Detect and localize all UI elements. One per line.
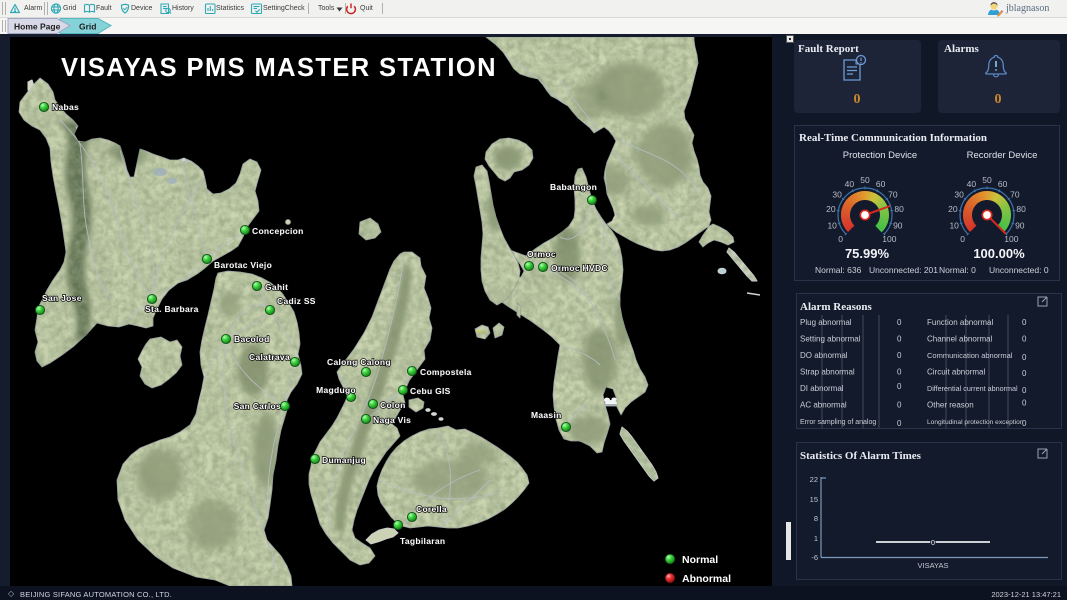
svg-text:100: 100 <box>1004 234 1018 244</box>
svg-text:Compostela: Compostela <box>420 367 472 377</box>
svg-text:80: 80 <box>894 204 904 214</box>
svg-text:0: 0 <box>1022 386 1027 395</box>
svg-text:VISAYAS PMS MASTER STATION: VISAYAS PMS MASTER STATION <box>61 54 497 82</box>
svg-text:22: 22 <box>810 475 818 484</box>
svg-text:Colon: Colon <box>380 400 406 410</box>
svg-text:0: 0 <box>897 335 902 344</box>
svg-text:Unconnected: 0: Unconnected: 0 <box>989 265 1049 275</box>
svg-text:Calong Calong: Calong Calong <box>327 357 391 367</box>
svg-text:30: 30 <box>954 189 964 199</box>
svg-text:Setting abnormal: Setting abnormal <box>800 335 861 344</box>
svg-text:Real-Time Communication Inform: Real-Time Communication Information <box>799 132 987 144</box>
svg-text:Ormoc: Ormoc <box>527 249 556 259</box>
svg-text:Statistics Of Alarm Times: Statistics Of Alarm Times <box>800 450 922 462</box>
svg-text:0: 0 <box>1022 335 1027 344</box>
svg-text:8: 8 <box>814 514 818 523</box>
svg-text:50: 50 <box>982 175 992 185</box>
svg-text:DI abnormal: DI abnormal <box>800 384 844 393</box>
svg-text:75.99%: 75.99% <box>845 246 890 261</box>
svg-text:Normal: 636: Normal: 636 <box>815 265 862 275</box>
svg-text:40: 40 <box>845 179 855 189</box>
svg-text:15: 15 <box>810 495 818 504</box>
svg-text:0: 0 <box>897 318 902 327</box>
svg-text:San Carlos: San Carlos <box>234 401 281 411</box>
svg-text:Longitudinal protection except: Longitudinal protection exception <box>927 419 1024 426</box>
svg-text:100: 100 <box>882 234 896 244</box>
svg-text:Sta. Barbara: Sta. Barbara <box>145 304 199 314</box>
svg-text:0: 0 <box>931 538 935 547</box>
svg-text:Function abnormal: Function abnormal <box>927 318 993 327</box>
svg-text:Normal: Normal <box>682 554 718 566</box>
svg-text:0: 0 <box>854 92 861 107</box>
svg-text:Communication abnormal: Communication abnormal <box>927 351 1013 360</box>
svg-text:Nabas: Nabas <box>52 102 79 112</box>
svg-text:Alarm Reasons: Alarm Reasons <box>800 301 873 313</box>
svg-text:Fault Report: Fault Report <box>798 43 859 55</box>
svg-text:Maasin: Maasin <box>531 410 562 420</box>
svg-text:Bacolod: Bacolod <box>234 334 270 344</box>
svg-text:90: 90 <box>893 220 903 230</box>
svg-text:Naga Vis: Naga Vis <box>373 415 411 425</box>
svg-text:20: 20 <box>826 204 836 214</box>
svg-text:0: 0 <box>897 368 902 377</box>
svg-text:1: 1 <box>814 534 818 543</box>
svg-text:Babatngon: Babatngon <box>550 182 597 192</box>
svg-text:-6: -6 <box>811 553 818 562</box>
svg-text:AC abnormal: AC abnormal <box>800 401 847 410</box>
svg-text:Alarms: Alarms <box>944 43 980 55</box>
svg-text:30: 30 <box>832 189 842 199</box>
svg-text:0: 0 <box>897 401 902 410</box>
svg-text:0: 0 <box>1022 353 1027 362</box>
svg-text:Barotac Viejo: Barotac Viejo <box>214 260 272 270</box>
svg-text:70: 70 <box>1010 189 1020 199</box>
svg-text:40: 40 <box>967 179 977 189</box>
svg-text:20: 20 <box>948 204 958 214</box>
svg-text:Gahit: Gahit <box>265 282 288 292</box>
svg-text:Abnormal: Abnormal <box>682 573 731 585</box>
svg-text:10: 10 <box>827 220 837 230</box>
svg-text:0: 0 <box>897 419 902 428</box>
svg-text:Channel abnormal: Channel abnormal <box>927 335 993 344</box>
svg-text:0: 0 <box>995 92 1002 107</box>
svg-text:Recorder Device: Recorder Device <box>967 150 1038 161</box>
svg-text:Unconnected: 201: Unconnected: 201 <box>869 265 938 275</box>
svg-text:Strap abnormal: Strap abnormal <box>800 368 855 377</box>
svg-text:Plug abnormal: Plug abnormal <box>800 318 852 327</box>
svg-text:0: 0 <box>1022 399 1027 408</box>
svg-text:Dumanjug: Dumanjug <box>322 455 366 465</box>
svg-text:Error sampling of analog: Error sampling of analog <box>800 419 876 426</box>
svg-text:50: 50 <box>860 175 870 185</box>
svg-text:0: 0 <box>897 382 902 391</box>
svg-text:Calatrava: Calatrava <box>249 352 290 362</box>
svg-text:VISAYAS: VISAYAS <box>918 561 949 570</box>
svg-text:Cadiz SS: Cadiz SS <box>277 296 316 306</box>
svg-text:Concepcion: Concepcion <box>252 226 304 236</box>
svg-text:Cebu GIS: Cebu GIS <box>410 386 451 396</box>
svg-text:90: 90 <box>1015 220 1025 230</box>
svg-text:Magdugo: Magdugo <box>316 385 356 395</box>
svg-text:DO abnormal: DO abnormal <box>800 351 848 360</box>
svg-text:60: 60 <box>998 179 1008 189</box>
svg-text:10: 10 <box>949 220 959 230</box>
svg-text:Ormoc HVDC: Ormoc HVDC <box>551 263 608 273</box>
svg-text:60: 60 <box>876 179 886 189</box>
svg-text:0: 0 <box>1022 369 1027 378</box>
svg-text:70: 70 <box>888 189 898 199</box>
svg-text:Circuit abnormal: Circuit abnormal <box>927 368 985 377</box>
svg-text:Differential current abnormal: Differential current abnormal <box>927 384 1018 393</box>
svg-text:100.00%: 100.00% <box>973 246 1025 261</box>
svg-text:80: 80 <box>1016 204 1026 214</box>
svg-text:Tagbilaran: Tagbilaran <box>400 536 445 546</box>
svg-text:Corella: Corella <box>416 504 447 514</box>
svg-text:0: 0 <box>960 234 965 244</box>
svg-text:Normal: 0: Normal: 0 <box>939 265 976 275</box>
svg-text:0: 0 <box>897 351 902 360</box>
svg-text:San Jose: San Jose <box>42 293 82 303</box>
svg-text:Protection Device: Protection Device <box>843 150 917 161</box>
svg-text:Other reason: Other reason <box>927 401 974 410</box>
svg-text:0: 0 <box>838 234 843 244</box>
svg-text:0: 0 <box>1022 419 1027 428</box>
svg-text:0: 0 <box>1022 318 1027 327</box>
